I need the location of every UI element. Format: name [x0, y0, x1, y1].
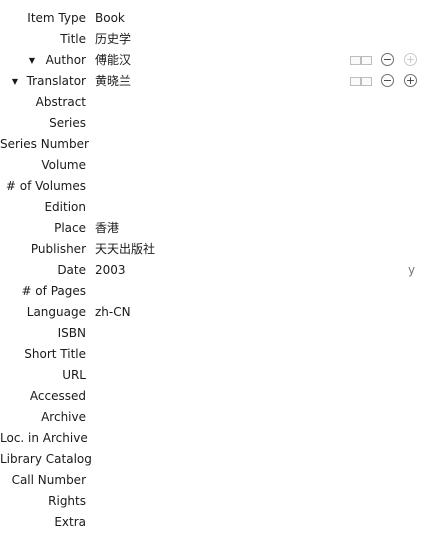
field-label-short-title: Short Title [24, 347, 86, 361]
field-row-series: Series [0, 113, 424, 134]
field-label-series-number: Series Number [0, 137, 89, 151]
field-row-item-type: Item Type Book [0, 8, 424, 29]
field-label-isbn: ISBN [57, 326, 86, 340]
creator-row-author: ▼ Author 傅能汉 − + [0, 50, 424, 71]
add-creator-icon: + [404, 53, 417, 66]
field-row-date: Date 2003 y [0, 260, 424, 281]
field-label-num-volumes: # of Volumes [5, 179, 86, 193]
field-row-accessed: Accessed [0, 386, 424, 407]
field-label-date: Date [57, 263, 86, 277]
creator-name-mode-switch-icon[interactable] [350, 56, 372, 65]
field-label-url: URL [62, 368, 86, 382]
field-label-language: Language [26, 305, 86, 319]
field-row-url: URL [0, 365, 424, 386]
field-label-item-type: Item Type [27, 11, 86, 25]
field-row-loc-in-archive: Loc. in Archive [0, 428, 424, 449]
field-label-abstract: Abstract [35, 95, 86, 109]
field-row-call-number: Call Number [0, 470, 424, 491]
field-label-num-pages: # of Pages [21, 284, 86, 298]
field-row-language: Language zh-CN [0, 302, 424, 323]
field-row-abstract: Abstract [0, 92, 424, 113]
field-label-extra: Extra [54, 515, 86, 529]
field-label-title: Title [60, 32, 86, 46]
field-label-volume: Volume [41, 158, 86, 172]
field-row-volume: Volume [0, 155, 424, 176]
field-row-extra: Extra [0, 512, 424, 533]
field-value-item-type[interactable]: Book [95, 8, 364, 29]
creator-name-author[interactable]: 傅能汉 [95, 50, 364, 71]
field-label-library-catalog: Library Catalog [0, 452, 92, 466]
field-row-series-number: Series Number [0, 134, 424, 155]
field-row-title: Title 历史学 [0, 29, 424, 50]
field-row-place: Place 香港 [0, 218, 424, 239]
remove-creator-icon[interactable]: − [381, 53, 394, 66]
field-row-library-catalog: Library Catalog [0, 449, 424, 470]
field-label-loc-in-archive: Loc. in Archive [0, 431, 88, 445]
creator-name-translator[interactable]: 黄晓兰 [95, 71, 364, 92]
date-format-indicator: y [408, 263, 416, 277]
field-row-publisher: Publisher 天天出版社 [0, 239, 424, 260]
creator-name-mode-switch-icon[interactable] [350, 77, 372, 86]
field-label-rights: Rights [48, 494, 86, 508]
add-creator-icon[interactable]: + [404, 74, 417, 87]
field-value-publisher[interactable]: 天天出版社 [95, 239, 364, 260]
field-value-title[interactable]: 历史学 [95, 29, 364, 50]
remove-creator-icon[interactable]: − [381, 74, 394, 87]
field-row-edition: Edition [0, 197, 424, 218]
field-row-archive: Archive [0, 407, 424, 428]
creator-row-translator: ▼ Translator 黄晓兰 − + [0, 71, 424, 92]
field-value-place[interactable]: 香港 [95, 218, 364, 239]
creator-type-label-translator[interactable]: Translator [0, 71, 86, 92]
item-info-pane: Item Type Book Title 历史学 ▼ Author 傅能汉 − … [0, 8, 424, 533]
field-row-num-pages: # of Pages [0, 281, 424, 302]
field-label-archive: Archive [41, 410, 86, 424]
creator-type-label-author[interactable]: Author [0, 50, 86, 71]
field-row-rights: Rights [0, 491, 424, 512]
field-label-call-number: Call Number [11, 473, 86, 487]
field-row-isbn: ISBN [0, 323, 424, 344]
field-row-num-volumes: # of Volumes [0, 176, 424, 197]
field-value-language[interactable]: zh-CN [95, 302, 364, 323]
field-label-accessed: Accessed [29, 389, 86, 403]
field-row-short-title: Short Title [0, 344, 424, 365]
field-label-publisher: Publisher [30, 242, 86, 256]
field-label-edition: Edition [44, 200, 86, 214]
field-label-series: Series [49, 116, 86, 130]
field-value-date[interactable]: 2003 [95, 260, 364, 281]
field-label-place: Place [54, 221, 86, 235]
